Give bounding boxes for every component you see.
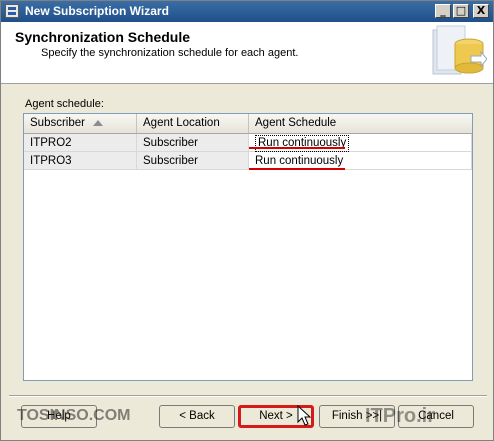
cell-agent-location: Subscriber [137, 152, 249, 170]
app-icon [5, 4, 19, 18]
schedule-value[interactable]: Run continuously [255, 155, 343, 167]
maximize-button[interactable]: □ [453, 4, 469, 18]
highlight-underline [249, 168, 345, 170]
cell-agent-schedule[interactable]: Run continuously [249, 134, 472, 152]
wizard-database-icon [432, 25, 487, 75]
footer-divider [9, 395, 487, 397]
cell-subscriber: ITPRO3 [24, 152, 137, 170]
wizard-header: Synchronization Schedule Specify the syn… [1, 22, 493, 84]
cell-agent-location: Subscriber [137, 134, 249, 152]
close-button[interactable]: X [473, 4, 489, 18]
schedule-value[interactable]: Run continuously [255, 135, 350, 152]
wizard-window: New Subscription Wizard _ □ X Synchroniz… [0, 0, 494, 441]
column-header-subscriber[interactable]: Subscriber [24, 114, 137, 133]
window-title: New Subscription Wizard [25, 4, 169, 18]
sort-ascending-icon [93, 120, 103, 126]
page-subtitle: Specify the synchronization schedule for… [41, 47, 299, 59]
back-button[interactable]: < Back [159, 405, 235, 428]
help-button[interactable]: Help [21, 405, 97, 428]
cancel-button[interactable]: Cancel [398, 405, 474, 428]
mouse-cursor-icon [297, 405, 312, 426]
agent-schedule-grid[interactable]: Subscriber Agent Location Agent Schedule… [23, 113, 473, 381]
highlight-underline [249, 147, 345, 149]
page-title: Synchronization Schedule [15, 29, 191, 45]
column-header-agent-schedule[interactable]: Agent Schedule [249, 114, 472, 133]
cell-subscriber: ITPRO2 [24, 134, 137, 152]
grid-header: Subscriber Agent Location Agent Schedule [24, 114, 472, 134]
table-row[interactable]: ITPRO2 Subscriber Run continuously [24, 134, 472, 152]
column-header-agent-location[interactable]: Agent Location [137, 114, 249, 133]
table-row[interactable]: ITPRO3 Subscriber Run continuously [24, 152, 472, 170]
agent-schedule-label: Agent schedule: [25, 98, 104, 110]
finish-button[interactable]: Finish >>| [319, 405, 395, 428]
minimize-button[interactable]: _ [435, 4, 451, 18]
title-bar[interactable]: New Subscription Wizard _ □ X [1, 1, 493, 22]
